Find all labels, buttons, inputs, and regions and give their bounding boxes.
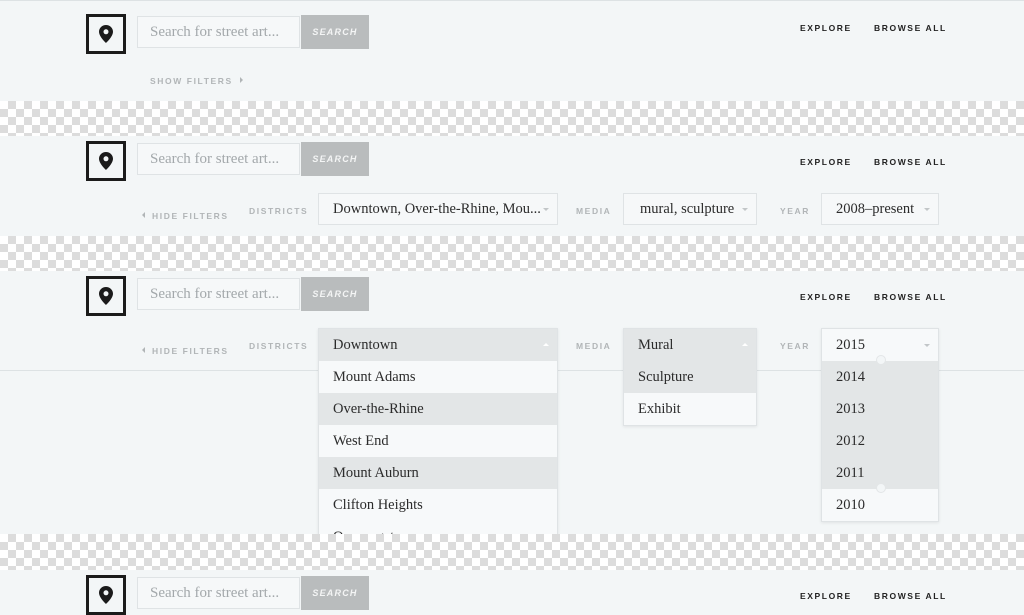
transparency-separator [0, 534, 1024, 570]
search-input[interactable] [137, 278, 300, 310]
caret-down-icon [924, 208, 930, 211]
option-label: Mount Auburn [333, 464, 419, 481]
option-label: Sculpture [638, 368, 694, 385]
logo[interactable] [86, 14, 126, 54]
media-select[interactable]: mural, sculpture [623, 193, 757, 225]
search-button[interactable]: SEARCH [301, 576, 369, 610]
districts-dropdown[interactable]: Downtown Mount Adams Over-the-Rhine West… [318, 328, 558, 554]
dropdown-option-mount-adams[interactable]: Mount Adams [319, 361, 557, 393]
header-state-collapsed: SEARCH EXPLORE BROWSE ALL SHOW FILTERS [0, 0, 1024, 101]
nav-explore[interactable]: EXPLORE [800, 23, 852, 33]
dropdown-option-west-end[interactable]: West End [319, 425, 557, 457]
chevron-left-icon [142, 212, 145, 218]
year-select[interactable]: 2008–present [821, 193, 939, 225]
year-label: YEAR [780, 341, 811, 351]
media-dropdown[interactable]: Mural Sculpture Exhibit [623, 328, 757, 426]
search-input[interactable] [137, 16, 300, 48]
districts-select[interactable]: Downtown, Over-the-Rhine, Mou... [318, 193, 558, 225]
dropdown-option-mount-auburn[interactable]: Mount Auburn [319, 457, 557, 489]
hide-filters-label: HIDE FILTERS [152, 211, 229, 221]
transparency-separator [0, 236, 1024, 271]
option-label: 2011 [836, 464, 865, 481]
media-label: MEDIA [576, 341, 612, 351]
nav-explore[interactable]: EXPLORE [800, 591, 852, 601]
search-input[interactable] [137, 143, 300, 175]
dropdown-option-2013[interactable]: 2013 [822, 393, 938, 425]
chevron-right-icon [239, 77, 243, 83]
nav-browse-all[interactable]: BROWSE ALL [874, 157, 947, 167]
option-label: Mount Adams [333, 368, 416, 385]
nav-browse-all[interactable]: BROWSE ALL [874, 591, 947, 601]
dropdown-option-downtown[interactable]: Downtown [319, 329, 557, 361]
districts-value: Downtown, Over-the-Rhine, Mou... [333, 200, 541, 217]
chevron-left-icon [142, 347, 145, 353]
media-label: MEDIA [576, 206, 612, 216]
hide-filters-label: HIDE FILTERS [152, 346, 229, 356]
map-pin-icon [99, 287, 113, 305]
logo[interactable] [86, 141, 126, 181]
hide-filters-toggle[interactable]: HIDE FILTERS [142, 206, 229, 224]
search-button[interactable]: SEARCH [301, 142, 369, 176]
option-label: Mural [638, 336, 674, 353]
media-value: mural, sculpture [640, 200, 735, 217]
nav-explore[interactable]: EXPLORE [800, 292, 852, 302]
option-label: Downtown [333, 336, 398, 353]
dropdown-option-2010[interactable]: 2010 [822, 489, 938, 521]
option-label: 2014 [836, 368, 865, 385]
option-label: Over-the-Rhine [333, 400, 424, 417]
hide-filters-toggle[interactable]: HIDE FILTERS [142, 341, 229, 359]
option-label: 2015 [836, 336, 865, 353]
dropdown-option-sculpture[interactable]: Sculpture [624, 361, 756, 393]
search-button[interactable]: SEARCH [301, 277, 369, 311]
option-label: West End [333, 432, 389, 449]
option-label: 2013 [836, 400, 865, 417]
dropdown-option-clifton-heights[interactable]: Clifton Heights [319, 489, 557, 521]
dropdown-option-over-the-rhine[interactable]: Over-the-Rhine [319, 393, 557, 425]
caret-up-icon [543, 343, 549, 346]
year-dropdown[interactable]: 2015 2014 2013 2012 2011 2010 [821, 328, 939, 522]
show-filters-label: SHOW FILTERS [150, 76, 233, 86]
nav-explore[interactable]: EXPLORE [800, 157, 852, 167]
year-value: 2008–present [836, 200, 915, 217]
dropdown-option-mural[interactable]: Mural [624, 329, 756, 361]
map-pin-icon [99, 152, 113, 170]
transparency-separator [0, 101, 1024, 136]
map-pin-icon [99, 25, 113, 43]
option-label: Exhibit [638, 400, 681, 417]
show-filters-toggle[interactable]: SHOW FILTERS [150, 71, 243, 89]
option-label: 2012 [836, 432, 865, 449]
caret-down-icon [543, 208, 549, 211]
range-start-handle[interactable] [876, 355, 886, 365]
dropdown-option-2014[interactable]: 2014 [822, 361, 938, 393]
search-input[interactable] [137, 577, 300, 609]
search-button[interactable]: SEARCH [301, 15, 369, 49]
districts-label: DISTRICTS [249, 206, 309, 216]
header-state-dropdowns: SEARCH EXPLORE BROWSE ALL HIDE FILTERS D… [0, 271, 1024, 554]
nav-browse-all[interactable]: BROWSE ALL [874, 23, 947, 33]
caret-up-icon [742, 343, 748, 346]
logo[interactable] [86, 575, 126, 615]
caret-down-icon [742, 208, 748, 211]
dropdown-option-2012[interactable]: 2012 [822, 425, 938, 457]
option-label: 2010 [836, 496, 865, 513]
range-end-handle[interactable] [876, 483, 886, 493]
nav-browse-all[interactable]: BROWSE ALL [874, 292, 947, 302]
header-state-bottom: SEARCH EXPLORE BROWSE ALL [0, 570, 1024, 615]
map-pin-icon [99, 586, 113, 604]
option-label: Clifton Heights [333, 496, 423, 513]
districts-label: DISTRICTS [249, 341, 309, 351]
year-label: YEAR [780, 206, 811, 216]
dropdown-option-exhibit[interactable]: Exhibit [624, 393, 756, 425]
logo[interactable] [86, 276, 126, 316]
header-state-filters: SEARCH EXPLORE BROWSE ALL HIDE FILTERS D… [0, 136, 1024, 236]
caret-down-icon [924, 344, 930, 347]
